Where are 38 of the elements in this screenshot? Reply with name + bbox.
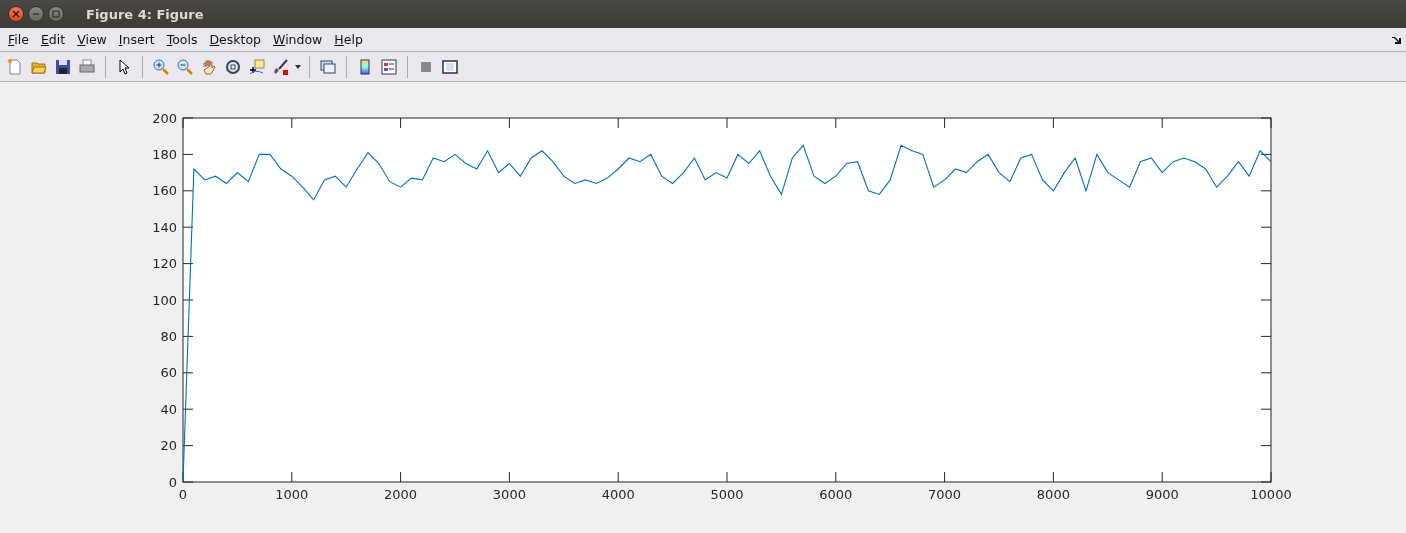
- x-tick-label: 3000: [492, 487, 526, 502]
- y-tick-label: 80: [160, 328, 177, 344]
- x-tick-label: 7000: [928, 487, 962, 502]
- x-tick-label: 0: [178, 487, 188, 502]
- x-tick-label: 9000: [1145, 487, 1179, 502]
- menu-item[interactable]: Window: [268, 32, 330, 47]
- x-tick-label: 2000: [384, 487, 418, 502]
- menu-item[interactable]: Desktop: [204, 32, 269, 47]
- menu-item[interactable]: Insert: [113, 32, 162, 47]
- x-tick-label: 6000: [819, 487, 853, 502]
- menu-item[interactable]: Tools: [161, 32, 205, 47]
- x-tick-label: 8000: [1036, 487, 1070, 502]
- menu-item[interactable]: File: [3, 32, 36, 47]
- window-title: Figure 4: Figure: [86, 6, 204, 22]
- close-button[interactable]: [8, 6, 24, 22]
- y-tick-label: 100: [152, 292, 177, 308]
- x-tick-label: 10000: [1250, 487, 1292, 502]
- maximize-icon: [52, 10, 60, 18]
- dock-arrow-icon[interactable]: [1392, 35, 1402, 44]
- menu-item[interactable]: View: [72, 32, 114, 47]
- y-tick-label: 120: [152, 256, 177, 272]
- x-tick-label: 1000: [275, 487, 309, 502]
- x-tick-label: 4000: [601, 487, 635, 502]
- menu-item[interactable]: Edit: [35, 32, 73, 47]
- maximize-button[interactable]: [48, 6, 64, 22]
- close-icon: [12, 10, 20, 18]
- menu-item[interactable]: Help: [329, 32, 370, 47]
- y-tick-label: 140: [152, 219, 177, 235]
- y-tick-label: 60: [160, 365, 177, 381]
- y-tick-label: 20: [160, 438, 177, 454]
- minimize-button[interactable]: [28, 6, 44, 22]
- y-tick-label: 200: [152, 110, 177, 126]
- y-tick-label: 40: [160, 401, 177, 417]
- y-tick-label: 180: [152, 146, 177, 162]
- x-tick-label: 5000: [710, 487, 744, 502]
- y-tick-label: 160: [152, 183, 177, 199]
- y-tick-label: 0: [168, 474, 177, 490]
- minimize-icon: [32, 10, 40, 18]
